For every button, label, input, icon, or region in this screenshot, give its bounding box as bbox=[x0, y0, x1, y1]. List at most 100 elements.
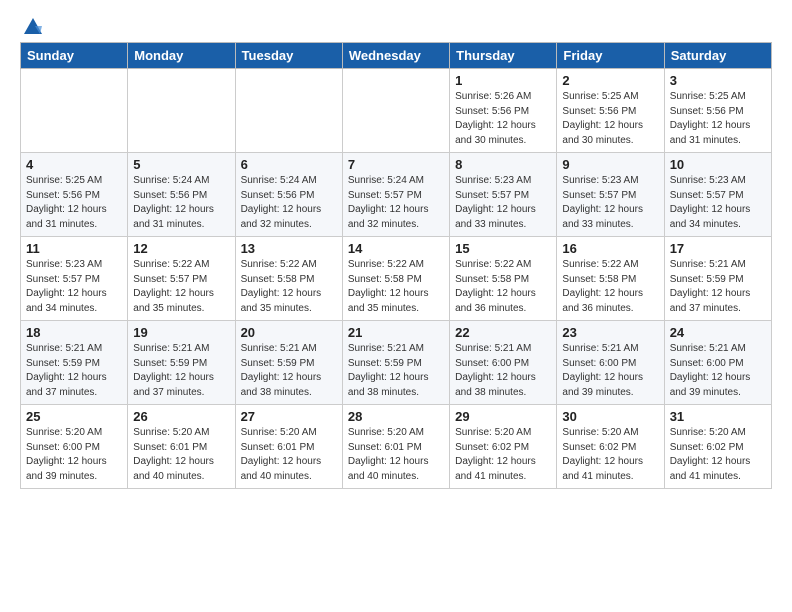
day-info: Sunrise: 5:20 AMSunset: 6:01 PMDaylight:… bbox=[133, 426, 229, 484]
weekday-header-row: SundayMondayTuesdayWednesdayThursdayFrid… bbox=[21, 43, 772, 69]
day-info: Sunrise: 5:20 AMSunset: 6:00 PMDaylight:… bbox=[26, 426, 122, 484]
calendar-cell bbox=[342, 69, 449, 153]
logo bbox=[20, 16, 46, 34]
calendar-week-4: 18 Sunrise: 5:21 AMSunset: 5:59 PMDayligh… bbox=[21, 321, 772, 405]
calendar-cell: 28 Sunrise: 5:20 AMSunset: 6:01 PMDayligh… bbox=[342, 405, 449, 489]
calendar-cell: 7 Sunrise: 5:24 AMSunset: 5:57 PMDaylight… bbox=[342, 153, 449, 237]
day-info: Sunrise: 5:22 AMSunset: 5:57 PMDaylight:… bbox=[133, 258, 229, 316]
day-info: Sunrise: 5:24 AMSunset: 5:56 PMDaylight:… bbox=[133, 174, 229, 232]
day-info: Sunrise: 5:20 AMSunset: 6:02 PMDaylight:… bbox=[562, 426, 658, 484]
calendar-cell: 4Sunrise: 5:25 AMSunset: 5:56 PMDaylight… bbox=[21, 153, 128, 237]
calendar-cell: 20 Sunrise: 5:21 AMSunset: 5:59 PMDayligh… bbox=[235, 321, 342, 405]
day-info: Sunrise: 5:21 AMSunset: 6:00 PMDaylight:… bbox=[670, 342, 766, 400]
day-info: Sunrise: 5:21 AMSunset: 5:59 PMDaylight:… bbox=[348, 342, 444, 400]
day-number: 25 bbox=[26, 409, 122, 424]
calendar-cell: 29 Sunrise: 5:20 AMSunset: 6:02 PMDayligh… bbox=[450, 405, 557, 489]
calendar-cell: 10 Sunrise: 5:23 AMSunset: 5:57 PMDayligh… bbox=[664, 153, 771, 237]
day-number: 14 bbox=[348, 241, 444, 256]
day-number: 13 bbox=[241, 241, 337, 256]
day-info: Sunrise: 5:20 AMSunset: 6:01 PMDaylight:… bbox=[241, 426, 337, 484]
logo-icon bbox=[22, 16, 44, 38]
day-info: Sunrise: 5:20 AMSunset: 6:01 PMDaylight:… bbox=[348, 426, 444, 484]
day-info: Sunrise: 5:22 AMSunset: 5:58 PMDaylight:… bbox=[455, 258, 551, 316]
day-number: 4 bbox=[26, 157, 122, 172]
day-number: 18 bbox=[26, 325, 122, 340]
weekday-header-friday: Friday bbox=[557, 43, 664, 69]
calendar-cell: 18 Sunrise: 5:21 AMSunset: 5:59 PMDayligh… bbox=[21, 321, 128, 405]
calendar-cell: 5 Sunrise: 5:24 AMSunset: 5:56 PMDaylight… bbox=[128, 153, 235, 237]
calendar-week-1: 1 Sunrise: 5:26 AMSunset: 5:56 PMDaylight… bbox=[21, 69, 772, 153]
day-number: 26 bbox=[133, 409, 229, 424]
day-info: Sunrise: 5:23 AMSunset: 5:57 PMDaylight:… bbox=[670, 174, 766, 232]
calendar-cell: 21 Sunrise: 5:21 AMSunset: 5:59 PMDayligh… bbox=[342, 321, 449, 405]
day-number: 12 bbox=[133, 241, 229, 256]
day-info: Sunrise: 5:23 AMSunset: 5:57 PMDaylight:… bbox=[562, 174, 658, 232]
calendar-cell: 17Sunrise: 5:21 AMSunset: 5:59 PMDayligh… bbox=[664, 237, 771, 321]
header bbox=[20, 16, 772, 34]
weekday-header-saturday: Saturday bbox=[664, 43, 771, 69]
day-number: 23 bbox=[562, 325, 658, 340]
calendar-cell: 27 Sunrise: 5:20 AMSunset: 6:01 PMDayligh… bbox=[235, 405, 342, 489]
weekday-header-tuesday: Tuesday bbox=[235, 43, 342, 69]
day-info: Sunrise: 5:21 AMSunset: 6:00 PMDaylight:… bbox=[455, 342, 551, 400]
calendar-cell: 30 Sunrise: 5:20 AMSunset: 6:02 PMDayligh… bbox=[557, 405, 664, 489]
day-number: 21 bbox=[348, 325, 444, 340]
calendar-cell: 11 Sunrise: 5:23 AMSunset: 5:57 PMDayligh… bbox=[21, 237, 128, 321]
weekday-header-wednesday: Wednesday bbox=[342, 43, 449, 69]
day-info: Sunrise: 5:25 AMSunset: 5:56 PMDaylight:… bbox=[562, 90, 658, 148]
day-number: 2 bbox=[562, 73, 658, 88]
calendar-cell: 25 Sunrise: 5:20 AMSunset: 6:00 PMDayligh… bbox=[21, 405, 128, 489]
day-number: 6 bbox=[241, 157, 337, 172]
day-info: Sunrise: 5:24 AMSunset: 5:57 PMDaylight:… bbox=[348, 174, 444, 232]
day-info: Sunrise: 5:20 AMSunset: 6:02 PMDaylight:… bbox=[455, 426, 551, 484]
calendar-cell bbox=[235, 69, 342, 153]
day-number: 1 bbox=[455, 73, 551, 88]
day-number: 28 bbox=[348, 409, 444, 424]
day-number: 29 bbox=[455, 409, 551, 424]
day-number: 11 bbox=[26, 241, 122, 256]
calendar-cell: 9Sunrise: 5:23 AMSunset: 5:57 PMDaylight… bbox=[557, 153, 664, 237]
day-number: 10 bbox=[670, 157, 766, 172]
day-info: Sunrise: 5:21 AMSunset: 5:59 PMDaylight:… bbox=[241, 342, 337, 400]
day-number: 31 bbox=[670, 409, 766, 424]
day-number: 5 bbox=[133, 157, 229, 172]
weekday-header-monday: Monday bbox=[128, 43, 235, 69]
calendar-week-3: 11 Sunrise: 5:23 AMSunset: 5:57 PMDayligh… bbox=[21, 237, 772, 321]
page-container: SundayMondayTuesdayWednesdayThursdayFrid… bbox=[0, 0, 792, 499]
calendar-cell: 15 Sunrise: 5:22 AMSunset: 5:58 PMDayligh… bbox=[450, 237, 557, 321]
calendar-cell: 31 Sunrise: 5:20 AMSunset: 6:02 PMDayligh… bbox=[664, 405, 771, 489]
calendar-cell: 19Sunrise: 5:21 AMSunset: 5:59 PMDayligh… bbox=[128, 321, 235, 405]
calendar-cell: 16Sunrise: 5:22 AMSunset: 5:58 PMDayligh… bbox=[557, 237, 664, 321]
calendar-cell: 1 Sunrise: 5:26 AMSunset: 5:56 PMDaylight… bbox=[450, 69, 557, 153]
day-number: 30 bbox=[562, 409, 658, 424]
calendar-cell: 12 Sunrise: 5:22 AMSunset: 5:57 PMDayligh… bbox=[128, 237, 235, 321]
day-info: Sunrise: 5:21 AMSunset: 5:59 PMDaylight:… bbox=[26, 342, 122, 400]
calendar-cell: 24 Sunrise: 5:21 AMSunset: 6:00 PMDayligh… bbox=[664, 321, 771, 405]
day-number: 27 bbox=[241, 409, 337, 424]
calendar-cell: 2 Sunrise: 5:25 AMSunset: 5:56 PMDaylight… bbox=[557, 69, 664, 153]
day-number: 7 bbox=[348, 157, 444, 172]
day-info: Sunrise: 5:23 AMSunset: 5:57 PMDaylight:… bbox=[455, 174, 551, 232]
calendar-cell bbox=[128, 69, 235, 153]
calendar-cell: 22 Sunrise: 5:21 AMSunset: 6:00 PMDayligh… bbox=[450, 321, 557, 405]
day-number: 22 bbox=[455, 325, 551, 340]
calendar-cell: 23Sunrise: 5:21 AMSunset: 6:00 PMDayligh… bbox=[557, 321, 664, 405]
calendar-cell: 3Sunrise: 5:25 AMSunset: 5:56 PMDaylight… bbox=[664, 69, 771, 153]
calendar-week-5: 25 Sunrise: 5:20 AMSunset: 6:00 PMDayligh… bbox=[21, 405, 772, 489]
day-number: 8 bbox=[455, 157, 551, 172]
day-info: Sunrise: 5:24 AMSunset: 5:56 PMDaylight:… bbox=[241, 174, 337, 232]
day-info: Sunrise: 5:26 AMSunset: 5:56 PMDaylight:… bbox=[455, 90, 551, 148]
day-number: 24 bbox=[670, 325, 766, 340]
day-number: 20 bbox=[241, 325, 337, 340]
calendar-table: SundayMondayTuesdayWednesdayThursdayFrid… bbox=[20, 42, 772, 489]
day-number: 16 bbox=[562, 241, 658, 256]
day-number: 19 bbox=[133, 325, 229, 340]
day-number: 17 bbox=[670, 241, 766, 256]
calendar-cell: 13Sunrise: 5:22 AMSunset: 5:58 PMDayligh… bbox=[235, 237, 342, 321]
day-info: Sunrise: 5:20 AMSunset: 6:02 PMDaylight:… bbox=[670, 426, 766, 484]
day-number: 15 bbox=[455, 241, 551, 256]
calendar-cell: 26 Sunrise: 5:20 AMSunset: 6:01 PMDayligh… bbox=[128, 405, 235, 489]
day-info: Sunrise: 5:22 AMSunset: 5:58 PMDaylight:… bbox=[348, 258, 444, 316]
day-info: Sunrise: 5:23 AMSunset: 5:57 PMDaylight:… bbox=[26, 258, 122, 316]
day-info: Sunrise: 5:25 AMSunset: 5:56 PMDaylight:… bbox=[670, 90, 766, 148]
